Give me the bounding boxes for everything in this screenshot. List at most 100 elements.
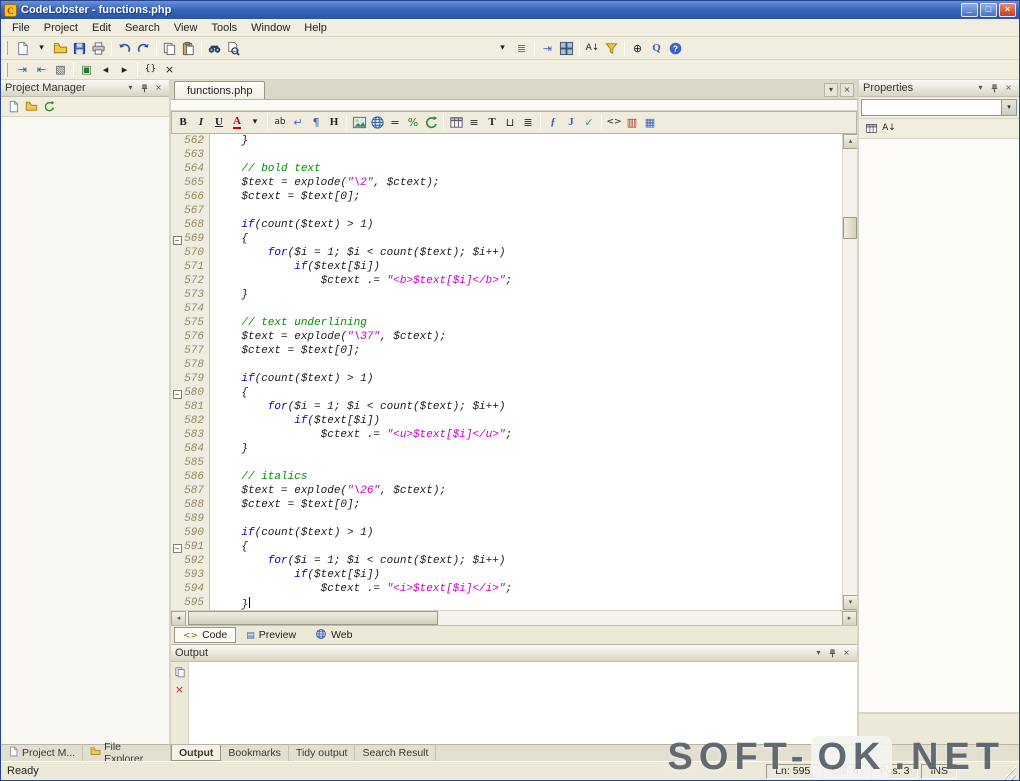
line-break-icon[interactable]: ↵ [289, 114, 307, 132]
browser-preview-icon[interactable]: ▦ [641, 114, 659, 132]
menu-project[interactable]: Project [37, 20, 85, 36]
output-content[interactable] [189, 662, 857, 744]
italic-icon[interactable]: I [192, 114, 210, 132]
open-folder-icon[interactable] [22, 98, 40, 116]
combo-dropdown-icon[interactable]: ▾ [1001, 100, 1016, 115]
windows-icon[interactable] [557, 39, 576, 58]
panel-pin-icon[interactable] [988, 82, 1001, 95]
mode-tab-web[interactable]: Web [306, 627, 361, 643]
panel-close-icon[interactable]: × [152, 82, 165, 95]
scroll-down-icon[interactable]: ▾ [843, 595, 858, 610]
bold-icon[interactable]: B [174, 114, 192, 132]
tab-project-manager[interactable]: Project M... [1, 745, 84, 761]
quick-search-icon[interactable]: Q [647, 39, 666, 58]
find-icon[interactable] [205, 39, 224, 58]
toolbar-options-icon[interactable]: ▾ [493, 39, 512, 58]
undo-icon[interactable] [115, 39, 134, 58]
panel-menu-icon[interactable]: ▾ [124, 82, 137, 95]
align-justify-icon[interactable]: ≡ [465, 114, 483, 132]
fold-toggle-icon[interactable]: − [172, 543, 182, 553]
html-validate-icon[interactable]: ▥ [623, 114, 641, 132]
code-editor[interactable]: 562 } 563 564 // bold text 565 $text = expl… [171, 134, 842, 610]
panel-pin-icon[interactable] [826, 647, 839, 660]
members-list-icon[interactable]: ≣ [512, 39, 531, 58]
menu-tools[interactable]: Tools [204, 20, 244, 36]
horizontal-scrollbar[interactable]: ◂ ▸ [171, 610, 857, 626]
scrollbar-thumb[interactable] [188, 611, 438, 625]
tab-bookmarks[interactable]: Bookmarks [221, 745, 289, 761]
tab-functions-php[interactable]: functions.php [174, 81, 266, 99]
tab-file-explorer[interactable]: File Explorer [83, 741, 171, 765]
menu-view[interactable]: View [167, 20, 205, 36]
print-icon[interactable] [89, 39, 108, 58]
match-brace-icon[interactable]: {} [141, 60, 160, 79]
text-icon[interactable]: T [483, 114, 501, 132]
zoom-icon[interactable]: ⊕ [628, 39, 647, 58]
panel-close-icon[interactable]: × [1002, 82, 1015, 95]
increase-indent-icon[interactable]: ⇥ [13, 60, 32, 79]
new-project-icon[interactable] [4, 98, 22, 116]
refresh-icon[interactable] [422, 114, 440, 132]
redo-icon[interactable] [134, 39, 153, 58]
fold-toggle-icon[interactable]: − [172, 235, 182, 245]
help-icon[interactable]: ? [666, 39, 685, 58]
new-file-icon[interactable] [13, 39, 32, 58]
format-code-icon[interactable]: ⇥ [538, 39, 557, 58]
clear-output-icon[interactable]: × [173, 682, 187, 696]
tag-edit-icon[interactable]: <> [605, 114, 623, 132]
menu-help[interactable]: Help [297, 20, 334, 36]
mode-tab-preview[interactable]: ▤ Preview [237, 627, 305, 643]
close-button[interactable]: × [999, 3, 1016, 17]
abbr-icon[interactable]: ab [271, 114, 289, 132]
title-bar[interactable]: C CodeLobster - functions.php _ □ × [1, 1, 1019, 19]
close-toolbar-icon[interactable]: × [160, 60, 179, 79]
fold-toggle-icon[interactable]: − [172, 389, 182, 399]
mode-tab-code[interactable]: <> Code [174, 627, 237, 643]
tab-search-result[interactable]: Search Result [355, 745, 437, 761]
open-file-icon[interactable] [51, 39, 70, 58]
scrollbar-thumb[interactable] [843, 217, 857, 239]
refresh-project-icon[interactable] [40, 98, 58, 116]
sort-ascending-icon[interactable]: A↓ [583, 39, 602, 58]
panel-pin-icon[interactable] [138, 82, 151, 95]
scrollbar-track[interactable] [186, 611, 842, 625]
scroll-right-icon[interactable]: ▸ [842, 611, 857, 626]
script-icon[interactable]: J [562, 114, 580, 132]
maximize-button[interactable]: □ [980, 3, 997, 17]
toolbar-grip[interactable] [5, 62, 8, 77]
image-icon[interactable] [350, 114, 368, 132]
heading-icon[interactable]: H [325, 114, 343, 132]
hyperlink-icon[interactable] [368, 114, 386, 132]
panel-close-icon[interactable]: × [840, 647, 853, 660]
tab-close-icon[interactable]: × [840, 82, 854, 97]
minimize-button[interactable]: _ [961, 3, 978, 17]
decrease-indent-icon[interactable]: ⇤ [32, 60, 51, 79]
properties-object-selector[interactable]: ▾ [861, 99, 1017, 116]
filter-icon[interactable] [602, 39, 621, 58]
menu-search[interactable]: Search [118, 20, 167, 36]
font-color-icon[interactable]: A [228, 114, 246, 132]
categorized-icon[interactable] [862, 120, 880, 138]
tab-output[interactable]: Output [171, 745, 222, 761]
comment-icon[interactable]: ▧ [51, 60, 70, 79]
nbsp-icon[interactable]: ⊔ [501, 114, 519, 132]
find-in-files-icon[interactable] [224, 39, 243, 58]
table-icon[interactable] [447, 114, 465, 132]
next-bookmark-icon[interactable]: ▸ [115, 60, 134, 79]
percent-icon[interactable]: % [404, 114, 422, 132]
scroll-left-icon[interactable]: ◂ [171, 611, 186, 626]
panel-menu-icon[interactable]: ▾ [812, 647, 825, 660]
font-color-dropdown-icon[interactable]: ▾ [246, 114, 264, 132]
vertical-scrollbar[interactable]: ▴ ▾ [842, 134, 858, 610]
spellcheck-icon[interactable]: ✓ [580, 114, 598, 132]
tab-tidy-output[interactable]: Tidy output [289, 745, 356, 761]
copy-output-icon[interactable] [173, 665, 187, 679]
underline-icon[interactable]: U [210, 114, 228, 132]
menu-file[interactable]: File [5, 20, 37, 36]
project-tree[interactable] [1, 117, 169, 744]
panel-menu-icon[interactable]: ▾ [974, 82, 987, 95]
tab-scroll-icon[interactable]: ▾ [824, 82, 838, 97]
toolbar-grip[interactable] [5, 41, 8, 55]
properties-grid[interactable] [859, 139, 1019, 712]
save-icon[interactable] [70, 39, 89, 58]
